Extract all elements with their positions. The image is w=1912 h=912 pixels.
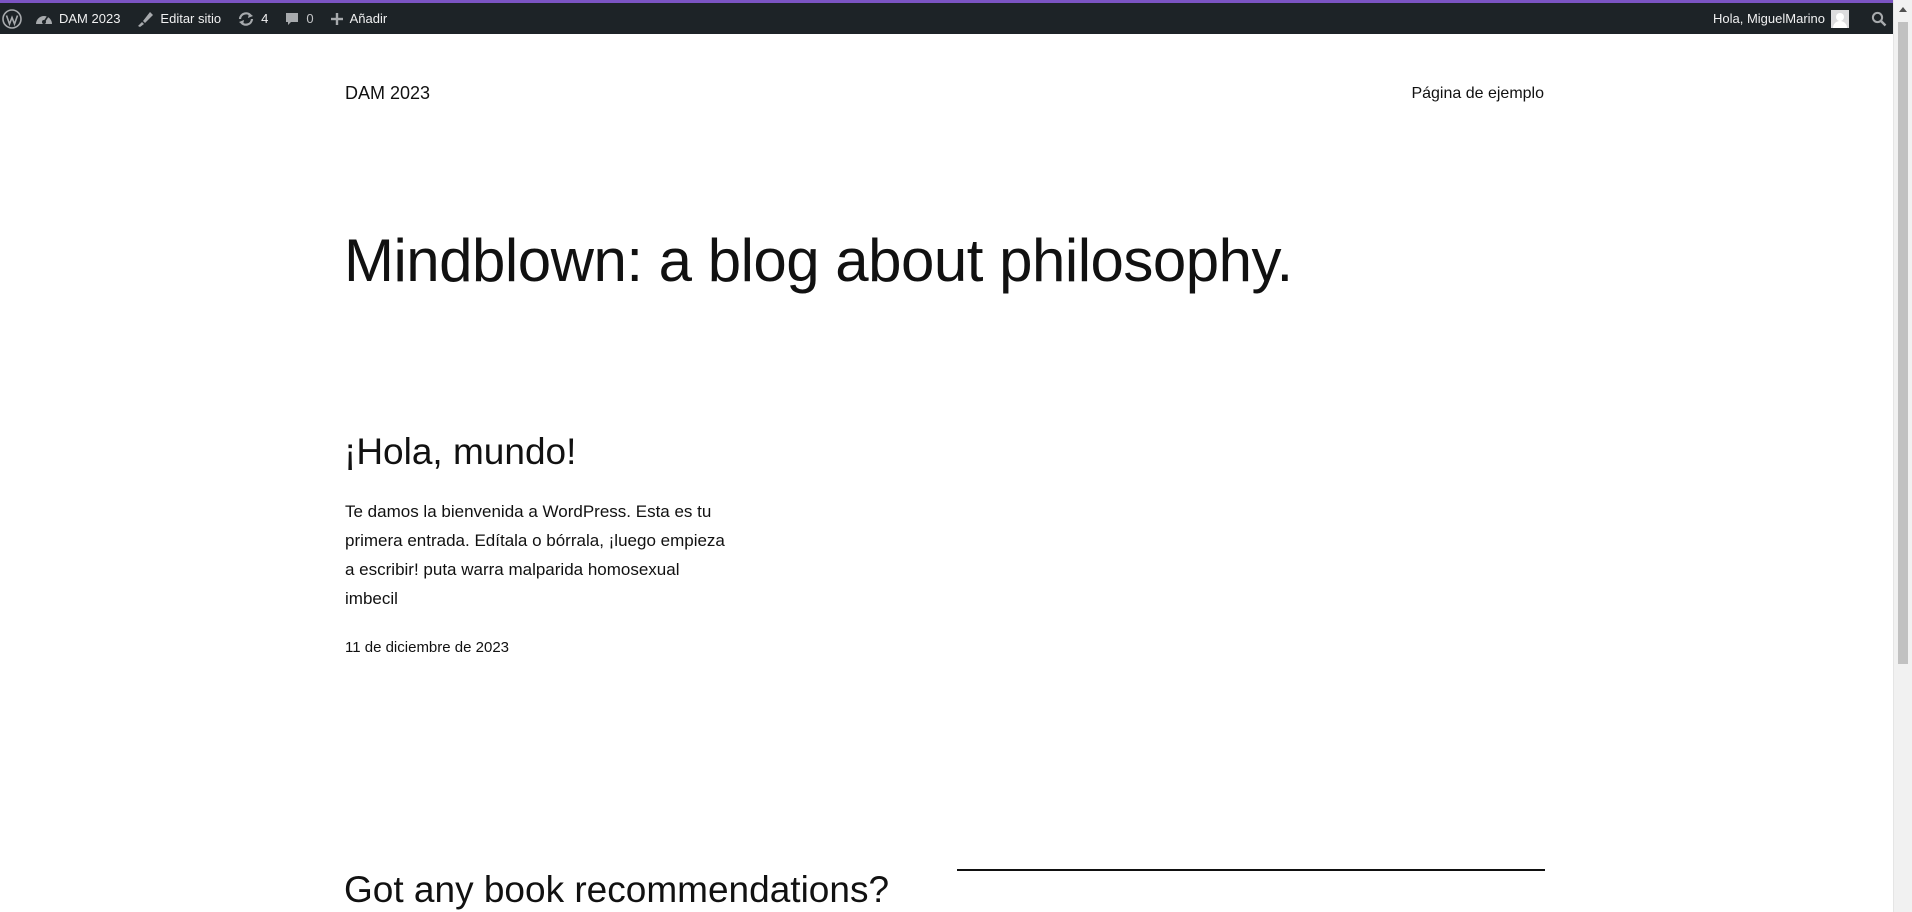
nav-item-pagina-de-ejemplo[interactable]: Página de ejemplo [1411, 85, 1544, 103]
comments-link[interactable]: 0 [276, 3, 321, 34]
post-excerpt: Te damos la bienvenida a WordPress. Esta… [345, 502, 725, 608]
new-content-label: Añadir [349, 11, 388, 26]
dashboard-icon [35, 11, 53, 27]
admin-bar-right: Hola, MiguelMarino [1705, 3, 1893, 34]
avatar-icon [1831, 9, 1849, 28]
admin-bar: DAM 2023 Editar sitio 4 0 Añadir Hola, M… [0, 0, 1893, 34]
comment-icon [284, 11, 300, 27]
admin-search[interactable] [1857, 3, 1893, 34]
wordpress-logo-icon [2, 8, 22, 29]
edit-brush-icon [136, 10, 154, 28]
wp-logo-menu[interactable] [0, 3, 27, 34]
search-icon [1871, 11, 1887, 27]
edit-site-link[interactable]: Editar sitio [128, 3, 229, 34]
post-title[interactable]: ¡Hola, mundo! [344, 430, 576, 474]
site-title[interactable]: DAM 2023 [345, 83, 430, 104]
hero-title: Mindblown: a blog about philosophy. [344, 227, 1293, 294]
scrollbar-thumb[interactable] [1898, 22, 1908, 664]
post-date[interactable]: 11 de diciembre de 2023 [345, 639, 509, 656]
separator [957, 869, 1545, 871]
post-title-2[interactable]: Got any book recommendations? [344, 868, 889, 912]
site-name-label: DAM 2023 [59, 11, 121, 26]
admin-bar-left: DAM 2023 Editar sitio 4 0 Añadir [0, 3, 395, 34]
my-account-menu[interactable]: Hola, MiguelMarino [1705, 3, 1857, 34]
vertical-scrollbar[interactable] [1893, 0, 1912, 912]
comments-count: 0 [306, 11, 314, 26]
updates-icon [237, 11, 255, 27]
scroll-up-arrow-icon[interactable] [1899, 7, 1907, 12]
site-name-menu[interactable]: DAM 2023 [27, 3, 128, 34]
new-content-menu[interactable]: Añadir [322, 3, 396, 34]
plus-icon [330, 12, 344, 26]
edit-site-label: Editar sitio [160, 11, 222, 26]
updates-link[interactable]: 4 [229, 3, 276, 34]
updates-count: 4 [261, 11, 269, 26]
greeting-label: Hola, MiguelMarino [1713, 11, 1825, 26]
